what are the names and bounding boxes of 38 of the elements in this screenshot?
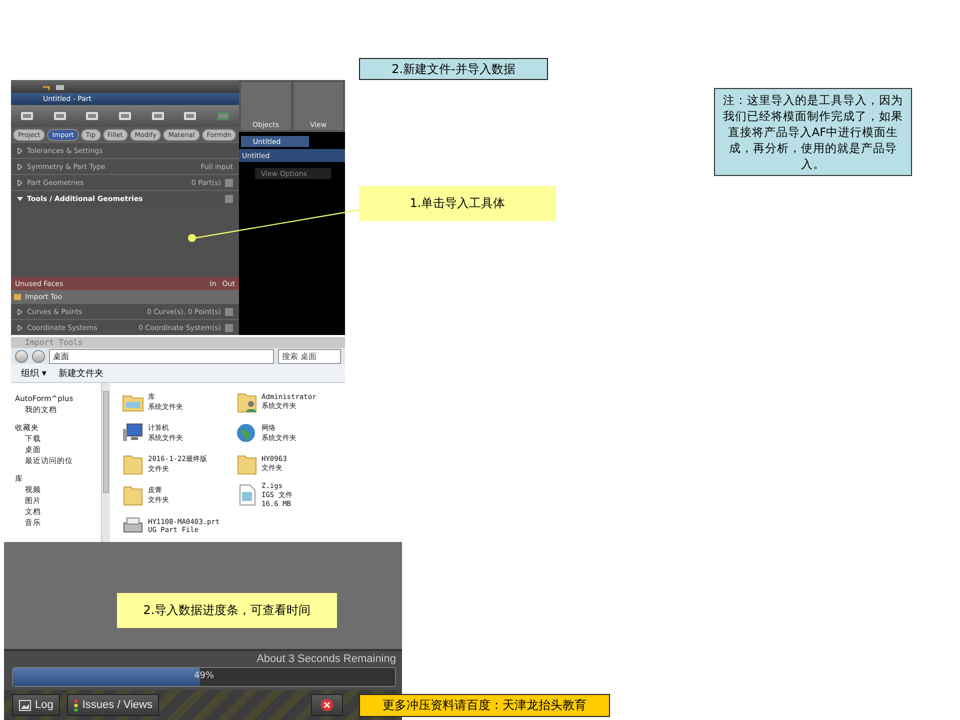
toolbar-icon[interactable] [150,109,166,123]
back-button[interactable] [15,350,28,363]
close-icon [321,699,334,711]
dialog-title: Import Tools [11,337,345,348]
time-remaining: About 3 Seconds Remaining [256,653,396,665]
cancel-button[interactable] [311,694,344,716]
scrollbar[interactable] [101,382,110,542]
panel-button[interactable]: Issues / Views [67,694,160,716]
address-field[interactable]: 桌面 [49,348,274,364]
toolbar-icon[interactable] [52,109,68,123]
search-field[interactable]: 搜索 桌面 [278,348,341,364]
slide-title: 2.新建文件-并导入数据 [359,58,548,80]
toolbar-icon[interactable] [116,109,133,123]
visibility-toggle[interactable] [225,308,233,316]
import-icon [14,292,22,300]
expand-arrow-icon [17,164,23,170]
expand-arrow-icon [17,308,23,314]
traffic-light-icon [74,698,78,712]
expand-arrow-icon [17,324,23,330]
callout: 2.导入数据进度条，可查看时间 [117,593,337,628]
expand-arrow-icon [17,148,23,154]
toolbar-icon[interactable] [182,109,198,123]
toolbar-icon[interactable] [84,109,100,123]
toolbar-button[interactable]: 新建文件夹 [58,366,104,380]
toolbar-button[interactable]: 组织 ▾ [21,366,46,380]
image-icon [19,700,31,710]
panel-button[interactable]: Log [12,694,60,716]
visibility-toggle[interactable] [225,324,233,332]
expand-arrow-icon [17,180,23,186]
callout: 1.单击导入工具体 [359,186,556,221]
note-box: 注：这里导入的是工具导入，因为我们已经将模面制作完成了，如果直接将产品导入AF中进行模面生成，再分析，使用的就是产品导入。 [714,88,912,176]
collapse-arrow-icon [17,196,23,202]
forward-button[interactable] [32,350,45,363]
footer-ad: 更多冲压资料请百度：天津龙抬头教育 [359,694,610,717]
visibility-toggle[interactable] [225,178,233,186]
toolbar-icon[interactable] [19,109,36,123]
folder-icon[interactable] [55,82,65,90]
visibility-toggle[interactable] [225,194,233,202]
